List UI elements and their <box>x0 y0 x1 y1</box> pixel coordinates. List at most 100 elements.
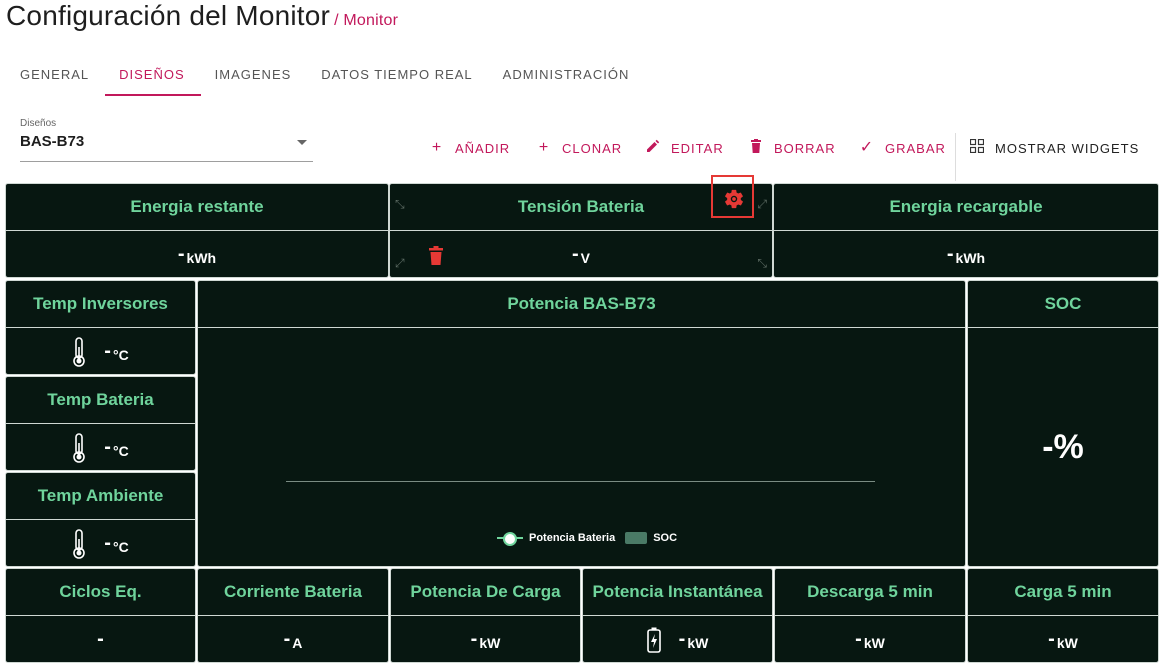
widget-title: Energia restante <box>6 184 388 231</box>
widget-unit: °C <box>112 346 129 363</box>
widget-title: Energia recargable <box>774 184 1158 231</box>
check-icon: ✓ <box>859 139 875 156</box>
resize-handle-icon[interactable]: ⤡ <box>395 197 405 212</box>
widget-unit: A <box>292 634 303 651</box>
edit-button-label: EDITAR <box>671 140 724 156</box>
gear-icon[interactable] <box>723 188 745 210</box>
widget-unit: kWh <box>186 249 217 266</box>
widget-title: Temp Inversores <box>6 281 195 328</box>
widget-temp-inversores[interactable]: Temp Inversores - °C <box>5 280 196 375</box>
legend-item-soc[interactable]: SOC <box>625 532 677 544</box>
widget-title: Potencia Instantánea <box>583 569 772 616</box>
widget-value: - <box>1048 628 1055 650</box>
widget-potencia-instantanea[interactable]: Potencia Instantánea - kW <box>582 568 773 663</box>
legend-item-potencia[interactable]: Potencia Bateria <box>497 531 616 546</box>
line-marker-icon <box>497 531 523 546</box>
show-widgets-label: MOSTRAR WIDGETS <box>995 140 1140 156</box>
widget-title: Potencia De Carga <box>391 569 580 616</box>
widget-title: Carga 5 min <box>968 569 1158 616</box>
tab-disenos[interactable]: DISEÑOS <box>105 58 201 96</box>
widget-grid: Energia restante - kWh Tensión Bateria -V… <box>4 183 1159 663</box>
widget-body: - kW <box>583 617 772 662</box>
widget-potencia-chart[interactable]: Potencia BAS-B73 <box>197 280 966 567</box>
widget-body: - kWh <box>6 232 388 277</box>
legend-label: Potencia Bateria <box>529 532 616 544</box>
widget-temp-ambiente[interactable]: Temp Ambiente - °C <box>5 472 196 567</box>
widget-energia-recargable[interactable]: Energia recargable - kWh <box>773 183 1159 278</box>
thermometer-icon <box>73 528 86 559</box>
page-title: Configuración del Monitor / Monitor <box>6 0 398 32</box>
tab-imagenes[interactable]: IMAGENES <box>201 58 308 96</box>
widget-body: - °C <box>6 521 195 566</box>
widget-title: SOC <box>968 281 1158 328</box>
trash-icon[interactable] <box>428 246 444 266</box>
chart-legend: Potencia Bateria SOC <box>497 531 687 546</box>
widget-title: Temp Bateria <box>6 377 195 424</box>
widget-corriente-bateria[interactable]: Corriente Bateria -A <box>197 568 389 663</box>
delete-button-label: BORRAR <box>774 140 836 156</box>
widget-value: - <box>177 243 185 265</box>
widget-title: Corriente Bateria <box>198 569 388 616</box>
widget-potencia-carga[interactable]: Potencia De Carga - kW <box>390 568 581 663</box>
resize-handle-icon[interactable]: ⤡ <box>757 256 767 271</box>
save-button[interactable]: ✓ GRABAR <box>859 130 946 166</box>
toolbar-divider <box>955 133 956 181</box>
widget-value: - <box>283 628 291 650</box>
pencil-icon <box>645 138 661 158</box>
chart-baseline <box>286 481 875 482</box>
widget-descarga-5min[interactable]: Descarga 5 min - kW <box>774 568 966 663</box>
widget-title: Temp Ambiente <box>6 473 195 520</box>
show-widgets-button[interactable]: MOSTRAR WIDGETS <box>969 130 1139 166</box>
widget-body: -% <box>968 329 1158 566</box>
battery-charging-icon <box>646 627 661 653</box>
widget-temp-bateria[interactable]: Temp Bateria - °C <box>5 376 196 471</box>
widget-title: Ciclos Eq. <box>6 569 195 616</box>
widget-unit: kW <box>1056 634 1078 651</box>
widget-body: - °C <box>6 329 195 374</box>
widget-carga-5min[interactable]: Carga 5 min - kW <box>967 568 1159 663</box>
area-swatch-icon <box>625 532 648 544</box>
widget-value: - <box>946 243 954 265</box>
delete-button[interactable]: BORRAR <box>748 130 836 166</box>
widget-ciclos[interactable]: Ciclos Eq. - <box>5 568 196 663</box>
tab-general[interactable]: GENERAL <box>6 58 105 96</box>
tab-administracion[interactable]: ADMINISTRACIÓN <box>489 58 646 96</box>
widget-unit: °C <box>112 538 129 555</box>
breadcrumb[interactable]: / Monitor <box>334 12 398 29</box>
widget-body: - <box>6 617 195 662</box>
widget-unit: °C <box>112 442 129 459</box>
widget-value: - <box>97 628 104 650</box>
widget-unit: kW <box>863 634 885 651</box>
clone-button[interactable]: + CLONAR <box>536 130 622 166</box>
plus-icon: + <box>538 139 550 156</box>
widget-body: - °C <box>6 425 195 470</box>
soc-value: -% <box>1042 428 1084 466</box>
resize-handle-icon[interactable]: ⤢ <box>395 256 405 271</box>
widget-energia-restante[interactable]: Energia restante - kWh <box>5 183 389 278</box>
thermometer-icon <box>73 336 86 367</box>
widget-title: Potencia BAS-B73 <box>198 281 965 328</box>
widget-value: - <box>104 532 111 554</box>
thermometer-icon <box>73 432 86 463</box>
toolbar: + AÑADIR + CLONAR EDITAR BORRAR ✓ GRABAR MO… <box>0 130 1163 166</box>
resize-handle-icon[interactable]: ⤢ <box>757 197 767 212</box>
add-button[interactable]: + AÑADIR <box>429 130 510 166</box>
widget-value: - <box>470 628 478 650</box>
tab-datos-tiempo-real[interactable]: DATOS TIEMPO REAL <box>307 58 488 96</box>
designs-select-label: Diseños <box>20 118 57 129</box>
plus-icon: + <box>431 139 443 156</box>
widget-unit: kW <box>687 634 709 651</box>
widget-title: Descarga 5 min <box>775 569 965 616</box>
trash-icon <box>748 138 764 158</box>
legend-label: SOC <box>653 532 678 544</box>
page-title-text: Configuración del Monitor <box>6 0 331 31</box>
edit-button[interactable]: EDITAR <box>645 130 724 166</box>
widget-unit: kWh <box>955 249 986 266</box>
widget-soc[interactable]: SOC -% <box>967 280 1159 567</box>
add-button-label: AÑADIR <box>455 140 511 156</box>
widget-body: - kW <box>968 617 1158 662</box>
widget-value: - <box>104 436 111 458</box>
widget-body: -A <box>198 617 388 662</box>
clone-button-label: CLONAR <box>562 140 623 156</box>
widget-value: - <box>678 628 686 650</box>
